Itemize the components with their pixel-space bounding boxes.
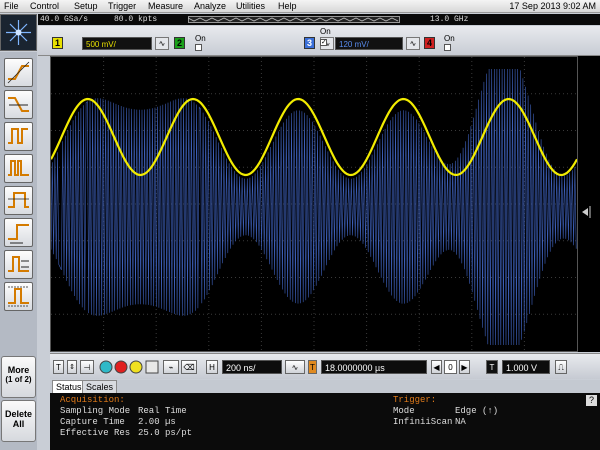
position-center-value[interactable]: 0: [444, 360, 457, 374]
single-indicator-icon: [99, 360, 113, 374]
horizontal-control-bar: T ⇕ ⊣ ⌁ ⌫ H 200 ns/ ∿ T 18.0000000 µs ◀ …: [50, 353, 600, 379]
acquisition-heading: Acquisition:: [60, 395, 125, 405]
autoscale-icon[interactable]: ⌁: [163, 360, 179, 374]
sampling-mode-label: Sampling Mode: [60, 406, 131, 416]
channel-4-button[interactable]: 4: [424, 37, 435, 49]
position-right-icon[interactable]: ▶: [459, 360, 470, 374]
channel-2-button[interactable]: 2: [174, 37, 185, 49]
channel-3-on-label: On: [320, 27, 331, 36]
status-panel: Acquisition: Sampling Mode Real Time Cap…: [50, 393, 600, 450]
channel-3-scale[interactable]: 120 mV/: [335, 37, 403, 50]
menu-utilities[interactable]: Utilities: [236, 1, 265, 11]
trigger-level-field[interactable]: 1.000 V: [502, 360, 550, 374]
capture-time-label: Capture Time: [60, 417, 125, 427]
menu-setup[interactable]: Setup: [74, 1, 98, 11]
instrument-logo[interactable]: [0, 14, 37, 51]
channel-2-on-label: On: [195, 34, 206, 43]
stop-indicator-icon: [114, 360, 128, 374]
stepper-up-down-icon[interactable]: ⇕: [67, 360, 77, 374]
run-indicator-icon: [129, 360, 143, 374]
delete-sub-label: All: [12, 419, 25, 429]
trigger-level-button[interactable]: T: [486, 360, 498, 374]
left-toolbar: More (1 of 2) Delete All: [0, 52, 37, 450]
setup-hold-icon: [8, 224, 29, 244]
help-icon[interactable]: ?: [586, 395, 597, 406]
runt-icon: [8, 192, 29, 208]
menu-bar: File Control Setup Trigger Measure Analy…: [0, 0, 600, 13]
trigger-glitch-button[interactable]: [4, 154, 33, 183]
trigger-transition-button[interactable]: [4, 90, 33, 119]
trigger-setup-hold-button[interactable]: [4, 218, 33, 247]
timeout-icon: [8, 256, 29, 272]
sample-rate: 40.0 GSa/s: [40, 15, 89, 24]
channel-4-on-label: On: [444, 34, 455, 43]
tab-status[interactable]: Status: [52, 380, 86, 393]
delete-all-button[interactable]: Delete All: [1, 400, 36, 442]
bandwidth: 13.0 GHz: [430, 15, 469, 24]
right-marker-bar: [578, 56, 600, 352]
channel-1-scale[interactable]: 500 mV/: [82, 37, 152, 50]
trigger-rising-edge-button[interactable]: [4, 58, 33, 87]
more-button[interactable]: More (1 of 2): [1, 356, 36, 398]
run-stop-indicators: [99, 360, 159, 374]
channel-3-wave-icon-b[interactable]: ∿: [406, 37, 420, 50]
acquisition-progress-indicator: [188, 16, 400, 23]
window-icon: [8, 286, 29, 307]
trigger-position-marker[interactable]: T: [308, 360, 317, 374]
pulse-width-icon: [8, 128, 28, 144]
trigger-source-button[interactable]: T: [53, 360, 64, 374]
horizontal-button[interactable]: H: [206, 360, 218, 374]
channel-4-checkbox[interactable]: [444, 44, 451, 51]
tab-scales[interactable]: Scales: [82, 380, 118, 393]
rising-edge-icon: [7, 61, 30, 84]
capture-time-value: 2.00 µs: [138, 417, 176, 427]
horizontal-position-field[interactable]: 18.0000000 µs: [321, 360, 427, 374]
channel-3-trace: [50, 68, 577, 346]
trigger-runt-button[interactable]: [4, 186, 33, 215]
more-page-label: (1 of 2): [5, 375, 32, 384]
channel-1-button[interactable]: 1: [52, 37, 63, 49]
starburst-icon: [6, 20, 31, 45]
channel-1-wave-icon[interactable]: ∿: [155, 37, 169, 50]
channel-3-checkbox[interactable]: ✓: [320, 39, 327, 46]
menu-analyze[interactable]: Analyze: [194, 1, 226, 11]
glitch-icon: [8, 160, 29, 176]
menu-help[interactable]: Help: [278, 1, 297, 11]
channel-2-checkbox[interactable]: [195, 44, 202, 51]
more-label: More: [7, 365, 30, 375]
trigger-slope-icon[interactable]: ⎍: [555, 360, 567, 374]
horizontal-wave-icon[interactable]: ∿: [285, 360, 305, 374]
effective-res-value: 25.0 ps/pt: [138, 428, 193, 438]
infiniiscan-value: NA: [455, 417, 466, 427]
menu-file[interactable]: File: [4, 1, 19, 11]
menu-measure[interactable]: Measure: [148, 1, 183, 11]
waveform-canvas: [50, 57, 578, 351]
trigger-mode-label: Mode: [393, 406, 415, 416]
channel-bar: 1 500 mV/ ∿ 2 On ∿ 3 On ✓ 120 mV/ ∿ 4 On: [38, 26, 600, 56]
trigger-timeout-button[interactable]: [4, 250, 33, 279]
trigger-level-marker[interactable]: [578, 56, 600, 352]
memory-depth: 80.0 kpts: [114, 15, 158, 24]
waveform-display[interactable]: [50, 56, 578, 352]
channel-3-button[interactable]: 3: [304, 37, 315, 49]
position-left-icon[interactable]: ◀: [431, 360, 442, 374]
transition-icon: [8, 97, 29, 112]
horizontal-scale-field[interactable]: 200 ns/: [222, 360, 282, 374]
run-mode-toggle-icon[interactable]: ⊣: [80, 360, 94, 374]
menu-control[interactable]: Control: [30, 1, 59, 11]
trigger-mode-value: Edge (↑): [455, 406, 499, 416]
datetime-display: 17 Sep 2013 9:02 AM: [509, 1, 596, 11]
infiniiscan-label: InfiniiScan: [393, 417, 453, 427]
trigger-window-button[interactable]: [4, 282, 33, 311]
sampling-mode-value: Real Time: [138, 406, 187, 416]
effective-res-label: Effective Res: [60, 428, 131, 438]
status-area: Status Scales Acquisition: Sampling Mode…: [50, 380, 600, 450]
trigger-heading: Trigger:: [393, 395, 437, 405]
acquisition-summary-bar: 40.0 GSa/s 80.0 kpts 13.0 GHz: [38, 14, 600, 25]
clear-display-icon[interactable]: ⌫: [181, 360, 197, 374]
menu-trigger[interactable]: Trigger: [108, 1, 136, 11]
default-setup-icon: [145, 360, 159, 374]
trigger-pulse-width-button[interactable]: [4, 122, 33, 151]
delete-label: Delete: [4, 409, 32, 419]
